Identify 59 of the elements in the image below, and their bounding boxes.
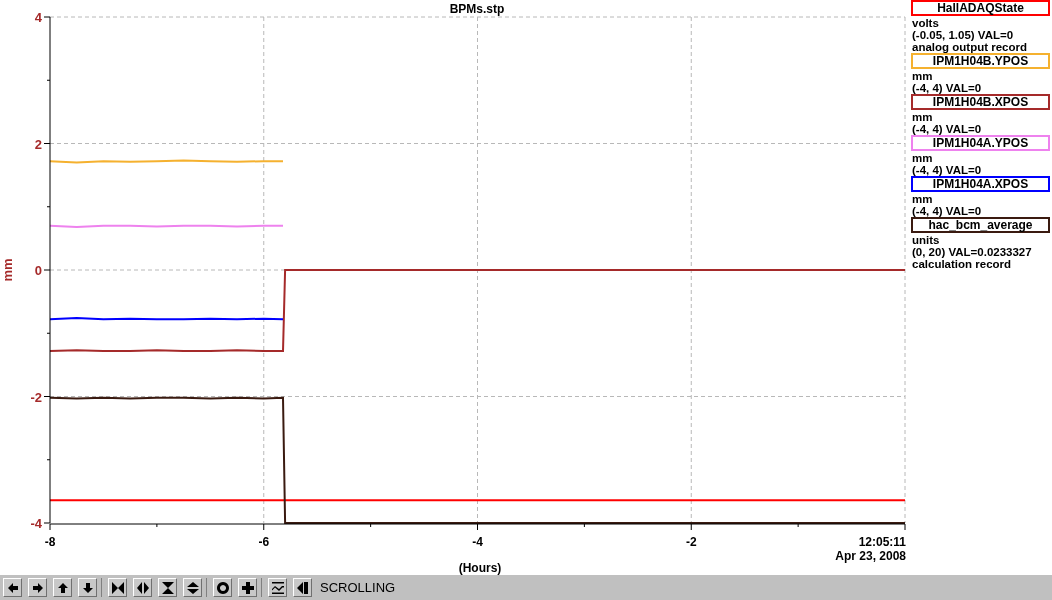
- waveform-icon: [271, 581, 284, 594]
- right-arrow-icon: [31, 581, 44, 594]
- right-arrow-button[interactable]: [28, 578, 47, 597]
- left-arrow-icon: [6, 581, 19, 594]
- signal-info: (-4, 4) VAL=0: [912, 82, 983, 94]
- x-tick-label: -4: [472, 535, 483, 549]
- signal-info: mm: [912, 152, 934, 164]
- down-arrow-button[interactable]: [78, 578, 97, 597]
- signal-info: analog output record: [912, 41, 1028, 53]
- signal-info: (0, 20) VAL=0.0233327: [912, 246, 1033, 258]
- mode-status: SCROLLING: [319, 580, 396, 595]
- diverging-triangles-button[interactable]: [133, 578, 152, 597]
- left-arrow-button[interactable]: [3, 578, 22, 597]
- time-label: 12:05:11: [858, 535, 906, 549]
- up-arrow-button[interactable]: [53, 578, 72, 597]
- converging-triangles-button[interactable]: [108, 578, 127, 597]
- up-arrow-icon: [56, 581, 69, 594]
- signal-info: (-4, 4) VAL=0: [912, 164, 983, 176]
- signal-name-button[interactable]: IPM1H04A.YPOS: [911, 135, 1050, 151]
- ring-icon: [216, 581, 229, 594]
- signal-name-button[interactable]: HallADAQState: [911, 0, 1050, 16]
- signal-info: (-4, 4) VAL=0: [912, 205, 983, 217]
- arrow-to-bar-icon: [296, 581, 309, 594]
- y-tick-label: 4: [34, 10, 42, 25]
- x-axis-label: (Hours): [458, 561, 502, 575]
- plus-button[interactable]: [238, 578, 257, 597]
- diverging-triangles-icon: [136, 581, 149, 594]
- date-label: Apr 23, 2008: [835, 549, 906, 563]
- y-axis-label: mm: [0, 258, 15, 282]
- signal-name-button[interactable]: hac_bcm_average: [911, 217, 1050, 233]
- x-tick-label: -8: [44, 535, 56, 549]
- signal-info: mm: [912, 111, 934, 123]
- signal-info: mm: [912, 70, 934, 82]
- hourglass-icon: [161, 581, 174, 594]
- signal-name-button[interactable]: IPM1H04A.XPOS: [911, 176, 1050, 192]
- x-tick-label: -2: [685, 535, 697, 549]
- converging-triangles-icon: [111, 581, 124, 594]
- y-tick-label: -4: [30, 516, 42, 531]
- x-tick-label: -6: [258, 535, 270, 549]
- y-tick-label: 0: [34, 263, 42, 278]
- chart-title: BPMs.stp: [449, 2, 505, 16]
- hourglass-button[interactable]: [158, 578, 177, 597]
- waveform-button[interactable]: [268, 578, 287, 597]
- signal-name-button[interactable]: IPM1H04B.YPOS: [911, 53, 1050, 69]
- up-down-triangles-icon: [186, 581, 199, 594]
- arrow-to-bar-button[interactable]: [293, 578, 312, 597]
- signal-info: calculation record: [912, 258, 1013, 270]
- up-down-triangles-button[interactable]: [183, 578, 202, 597]
- plus-icon: [241, 581, 254, 594]
- down-arrow-icon: [81, 581, 94, 594]
- signal-name-button[interactable]: IPM1H04B.XPOS: [911, 94, 1050, 110]
- signal-info: (-4, 4) VAL=0: [912, 123, 983, 135]
- signal-info: volts: [912, 17, 940, 29]
- y-tick-label: 2: [34, 136, 42, 152]
- y-tick-label: -2: [30, 389, 42, 405]
- signal-info: units: [912, 234, 941, 246]
- signal-info: (-0.05, 1.05) VAL=0: [912, 29, 1015, 41]
- ring-button[interactable]: [213, 578, 232, 597]
- signal-info: mm: [912, 193, 934, 205]
